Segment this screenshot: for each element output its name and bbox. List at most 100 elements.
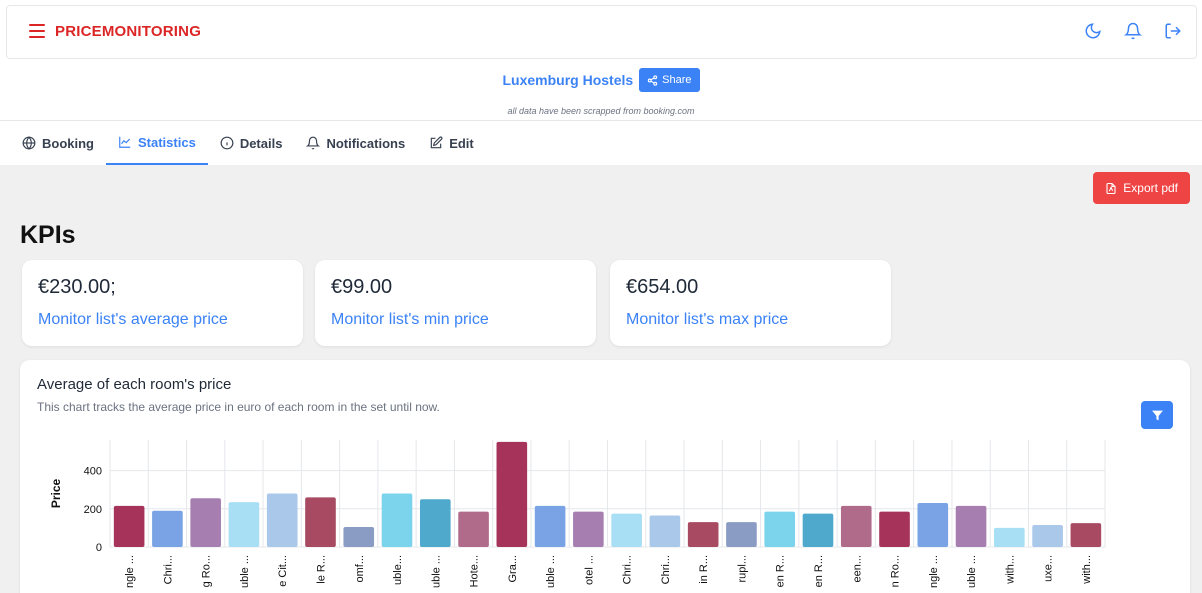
bar: [458, 511, 489, 547]
x-tick-label: en R...: [775, 555, 787, 587]
tab-label: Details: [239, 135, 283, 151]
bar: [266, 493, 298, 547]
x-tick-label: ngle ...: [124, 555, 136, 588]
x-tick-label: uble ...: [430, 555, 442, 588]
x-tick-label: en R...: [813, 555, 825, 587]
bar: [113, 505, 145, 547]
bar: [802, 513, 834, 547]
bar: [764, 511, 796, 547]
project-title: Luxemburg Hostels: [502, 72, 634, 88]
bar: [190, 498, 221, 547]
bar: [994, 527, 1025, 547]
logout-icon[interactable]: [1164, 22, 1182, 40]
x-tick-label: otel ...: [583, 555, 595, 585]
moon-icon[interactable]: [1084, 22, 1102, 40]
y-tick-label: 0: [96, 542, 102, 554]
bell-icon[interactable]: [1124, 22, 1142, 40]
tab-label: Statistics: [138, 134, 196, 150]
bar: [228, 502, 260, 547]
x-tick-label: Chri...: [622, 555, 634, 584]
x-tick-label: een...: [851, 555, 863, 583]
x-tick-label: with...: [1004, 555, 1016, 585]
bar: [649, 515, 681, 547]
kpi-card-average: €230.00; Monitor list's average price: [22, 260, 303, 346]
edit-icon: [430, 136, 443, 149]
tab-label: Edit: [449, 135, 474, 151]
kpi-label: Monitor list's average price: [38, 311, 228, 328]
bar: [726, 522, 757, 547]
bar: [917, 503, 949, 547]
pdf-icon: [1106, 182, 1116, 194]
kpi-label: Monitor list's min price: [331, 311, 489, 328]
x-tick-label: Chri...: [162, 555, 174, 584]
top-actions: [1084, 22, 1182, 40]
globe-icon: [22, 136, 36, 150]
tab-notifications[interactable]: Notifications: [294, 121, 417, 165]
chart-subtitle: This chart tracks the average price in e…: [37, 400, 440, 414]
statistics-panel: Export pdf KPIs €230.00; Monitor list's …: [0, 165, 1202, 593]
share-button[interactable]: Share: [639, 68, 700, 92]
bar: [152, 510, 183, 547]
bar-chart: 0 200 400 Price ngle ... Chri... g Ro... uble .…: [49, 440, 1106, 588]
share-icon: [647, 74, 658, 86]
x-tick-label: uble ...: [545, 555, 557, 588]
kpi-value: €654.00: [626, 276, 699, 298]
tab-bar: Booking Statistics Details Notifications…: [10, 121, 486, 165]
room-price-chart-card: Average of each room's price This chart …: [20, 360, 1190, 593]
project-header: Luxemburg Hostels Share: [0, 68, 1202, 92]
kpi-label: Monitor list's max price: [626, 311, 789, 328]
bar: [879, 511, 910, 547]
x-tick-label: Chri...: [660, 555, 672, 584]
menu-icon[interactable]: [29, 24, 45, 38]
x-tick-label: Hote...: [469, 555, 481, 587]
x-tick-label: uxe...: [1043, 555, 1055, 582]
chart-title: Average of each room's price: [37, 376, 232, 393]
tab-statistics[interactable]: Statistics: [106, 121, 208, 165]
top-navbar: PRICEMONITORING: [6, 5, 1197, 59]
x-tick-label: rupl...: [736, 555, 748, 583]
bar: [419, 499, 451, 547]
kpi-value: €230.00;: [38, 276, 116, 298]
bell-icon: [306, 136, 321, 150]
bar: [687, 522, 719, 547]
tab-edit[interactable]: Edit: [417, 121, 486, 165]
tab-label: Notifications: [326, 135, 406, 151]
bar: [1070, 523, 1102, 547]
tab-booking[interactable]: Booking: [10, 121, 106, 165]
kpi-card-min: €99.00 Monitor list's min price: [315, 260, 596, 346]
bar: [381, 493, 413, 547]
kpi-value: €99.00: [331, 276, 393, 298]
kpi-card-max: €654.00 Monitor list's max price: [610, 260, 891, 346]
x-tick-label: e Cit...: [277, 555, 289, 587]
export-label: Export pdf: [1123, 181, 1178, 195]
scrape-note: all data have been scrapped from booking…: [507, 106, 695, 116]
x-tick-label: Gra...: [507, 555, 519, 583]
y-tick-label: 400: [84, 466, 102, 478]
y-tick-label: 200: [84, 504, 102, 516]
bar: [1032, 525, 1063, 547]
kpis-heading: KPIs: [20, 221, 76, 249]
bar: [305, 497, 336, 547]
x-tick-label: uble ...: [239, 555, 251, 588]
bar: [611, 513, 642, 547]
x-tick-label: uble ...: [966, 555, 978, 588]
brand-logo[interactable]: PRICEMONITORING: [55, 23, 201, 40]
x-tick-label: le R...: [315, 555, 327, 584]
tab-details[interactable]: Details: [208, 121, 295, 165]
chart-line-icon: [119, 136, 131, 148]
x-tick-label: in R...: [698, 555, 710, 584]
x-tick-label: ngle ...: [928, 555, 940, 588]
y-axis-label: Price: [49, 478, 63, 508]
bar: [496, 441, 528, 547]
tab-label: Booking: [42, 135, 94, 151]
x-tick-label: uble...: [392, 555, 404, 585]
x-tick-label: omf...: [354, 555, 366, 583]
bar: [343, 526, 375, 547]
info-icon: [220, 136, 234, 150]
x-tick-label: with...: [1081, 555, 1093, 585]
x-tick-label: n Ro...: [890, 555, 902, 587]
bar: [955, 505, 987, 547]
export-pdf-button[interactable]: Export pdf: [1093, 172, 1190, 204]
bar: [534, 505, 566, 547]
bar: [840, 505, 872, 547]
